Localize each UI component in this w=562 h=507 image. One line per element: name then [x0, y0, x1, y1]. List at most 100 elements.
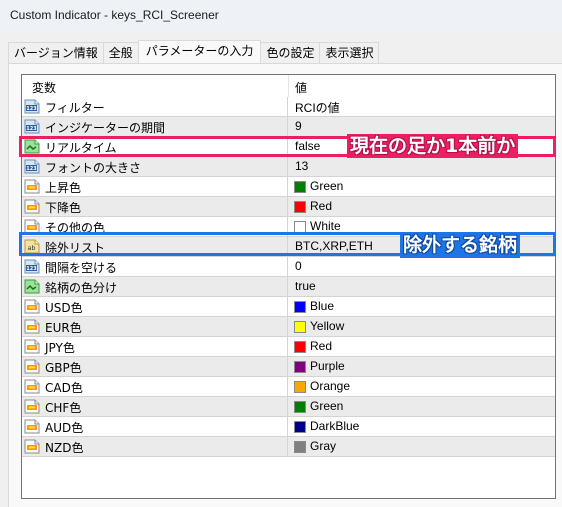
- value-cell[interactable]: Green: [289, 397, 555, 416]
- value-cell[interactable]: DarkBlue: [289, 417, 555, 436]
- color-swatch[interactable]: [294, 401, 306, 413]
- parameter-value[interactable]: true: [295, 279, 316, 293]
- value-cell[interactable]: Red: [289, 337, 555, 356]
- table-row[interactable]: 123 フォントの大きさ 13: [22, 157, 555, 177]
- parameter-value[interactable]: Red: [310, 339, 332, 353]
- table-row[interactable]: 123 フィルター RCIの値: [22, 97, 555, 117]
- table-row[interactable]: GBP色 Purple: [22, 357, 555, 377]
- parameter-value[interactable]: false: [295, 139, 320, 153]
- table-row[interactable]: EUR色 Yellow: [22, 317, 555, 337]
- variable-cell: CHF色: [22, 397, 288, 416]
- tab-input-parameters[interactable]: パラメーターの入力: [137, 40, 262, 65]
- variable-cell: 銘柄の色分け: [22, 277, 288, 296]
- color-icon: [24, 179, 40, 194]
- parameter-value[interactable]: 9: [295, 119, 302, 133]
- table-row[interactable]: JPY色 Red: [22, 337, 555, 357]
- parameter-value[interactable]: Yellow: [310, 319, 344, 333]
- variable-cell: EUR色: [22, 317, 288, 336]
- value-cell[interactable]: Yellow: [289, 317, 555, 336]
- value-cell[interactable]: Green: [289, 177, 555, 196]
- parameter-value[interactable]: BTC,XRP,ETH: [295, 239, 373, 253]
- tab-general[interactable]: 全般: [102, 42, 139, 64]
- variable-cell: 123 フォントの大きさ: [22, 157, 288, 176]
- variable-cell: CAD色: [22, 377, 288, 396]
- variable-cell: ab 除外リスト: [22, 237, 288, 256]
- table-row[interactable]: 123 間隔を空ける 0: [22, 257, 555, 277]
- svg-text:123: 123: [26, 166, 37, 172]
- value-cell[interactable]: Orange: [289, 377, 555, 396]
- variable-name: 上昇色: [45, 181, 82, 195]
- variable-name: USD色: [45, 301, 83, 315]
- svg-text:123: 123: [26, 266, 37, 272]
- tab-visualization[interactable]: 表示選択: [319, 42, 380, 64]
- table-row[interactable]: 下降色 Red: [22, 197, 555, 217]
- color-icon: [24, 379, 40, 394]
- parameter-value[interactable]: Blue: [310, 299, 334, 313]
- variable-name: リアルタイム: [45, 141, 117, 155]
- color-swatch[interactable]: [294, 441, 306, 453]
- column-header-variable[interactable]: 変数: [32, 79, 56, 96]
- value-cell[interactable]: Purple: [289, 357, 555, 376]
- color-swatch[interactable]: [294, 321, 306, 333]
- parameter-value[interactable]: Green: [310, 399, 343, 413]
- parameter-value[interactable]: Orange: [310, 379, 350, 393]
- tab-color-settings[interactable]: 色の設定: [260, 42, 321, 64]
- int-icon: 123: [24, 159, 40, 174]
- parameter-value[interactable]: 13: [295, 159, 308, 173]
- color-swatch[interactable]: [294, 301, 306, 313]
- variable-name: その他の色: [45, 221, 106, 235]
- column-header-value[interactable]: 値: [295, 79, 307, 96]
- variable-name: インジケーターの期間: [45, 121, 166, 135]
- table-row[interactable]: AUD色 DarkBlue: [22, 417, 555, 437]
- variable-cell: 123 間隔を空ける: [22, 257, 288, 276]
- tab-version-info[interactable]: バージョン情報: [8, 42, 104, 64]
- color-swatch[interactable]: [294, 181, 306, 193]
- value-cell[interactable]: Blue: [289, 297, 555, 316]
- color-swatch[interactable]: [294, 341, 306, 353]
- table-row[interactable]: 銘柄の色分け true: [22, 277, 555, 297]
- svg-text:ab: ab: [27, 244, 35, 252]
- variable-cell: JPY色: [22, 337, 288, 356]
- parameter-value[interactable]: 0: [295, 259, 302, 273]
- table-row[interactable]: CAD色 Orange: [22, 377, 555, 397]
- color-icon: [24, 219, 40, 234]
- variable-name: JPY色: [45, 341, 75, 355]
- value-cell[interactable]: 0: [289, 257, 555, 276]
- indicator-dialog: バージョン情報 全般 パラメーターの入力 色の設定 表示選択 変数 値 123 フ…: [0, 32, 562, 507]
- parameter-value[interactable]: Gray: [310, 439, 336, 453]
- color-swatch[interactable]: [294, 361, 306, 373]
- variable-name: 間隔を空ける: [45, 261, 118, 275]
- variable-cell: AUD色: [22, 417, 288, 436]
- parameter-value[interactable]: DarkBlue: [310, 419, 359, 433]
- color-swatch[interactable]: [294, 381, 306, 393]
- variable-name: フィルター: [45, 101, 105, 115]
- color-swatch[interactable]: [294, 421, 306, 433]
- table-row[interactable]: NZD色 Gray: [22, 437, 555, 457]
- parameter-value[interactable]: Red: [310, 199, 332, 213]
- variable-name: GBP色: [45, 361, 82, 375]
- color-icon: [24, 319, 40, 334]
- value-cell[interactable]: true: [289, 277, 555, 296]
- color-swatch[interactable]: [294, 221, 306, 233]
- parameter-value[interactable]: Purple: [310, 359, 345, 373]
- int-icon: 123: [24, 119, 40, 134]
- column-separator[interactable]: [288, 75, 289, 97]
- parameter-value[interactable]: RCIの値: [295, 99, 340, 116]
- table-row[interactable]: USD色 Blue: [22, 297, 555, 317]
- parameters-panel: 変数 値 123 フィルター RCIの値 123 インジケーターの期間 9 リアルタイム fa…: [8, 63, 562, 507]
- value-cell[interactable]: Red: [289, 197, 555, 216]
- parameter-value[interactable]: Green: [310, 179, 343, 193]
- table-row[interactable]: 上昇色 Green: [22, 177, 555, 197]
- value-cell[interactable]: RCIの値: [289, 97, 555, 116]
- value-cell[interactable]: 13: [289, 157, 555, 176]
- value-cell[interactable]: Gray: [289, 437, 555, 456]
- color-swatch[interactable]: [294, 201, 306, 213]
- variable-cell: リアルタイム: [22, 137, 288, 156]
- variable-name: 下降色: [45, 201, 82, 215]
- variable-name: 除外リスト: [45, 241, 106, 255]
- variable-cell: 123 フィルター: [22, 97, 288, 116]
- variable-cell: 123 インジケーターの期間: [22, 117, 288, 136]
- int-icon: 123: [24, 259, 40, 274]
- parameter-value[interactable]: White: [310, 219, 341, 233]
- table-row[interactable]: CHF色 Green: [22, 397, 555, 417]
